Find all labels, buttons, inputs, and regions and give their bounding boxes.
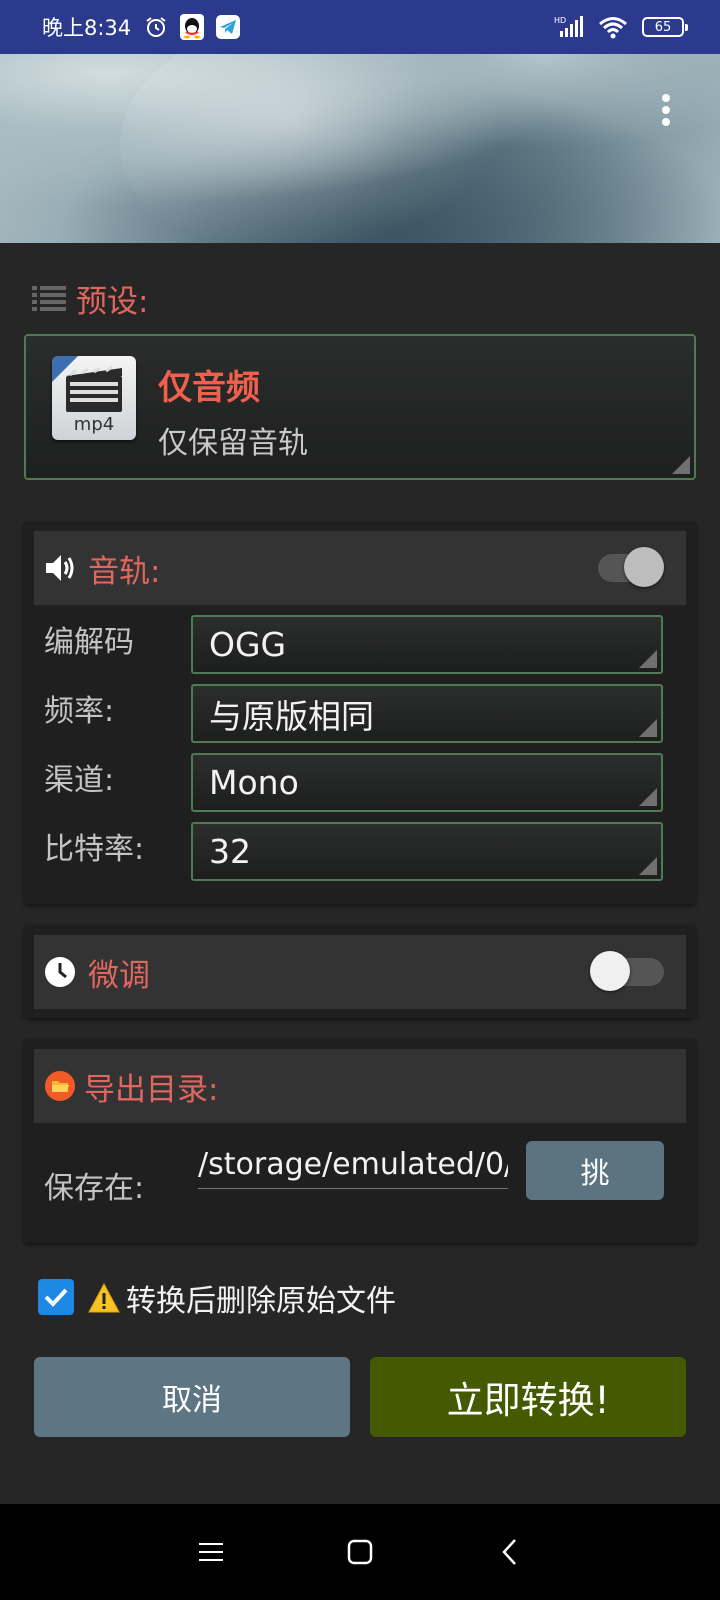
audio-track-toggle[interactable]	[598, 547, 664, 587]
header-decoration	[120, 54, 540, 243]
qq-icon	[179, 14, 205, 40]
convert-now-button[interactable]: 立即转换!	[370, 1357, 686, 1437]
home-nav-icon[interactable]	[340, 1532, 380, 1572]
tweak-panel: 微调	[24, 925, 696, 1018]
signal-icon: HD	[554, 14, 584, 40]
preset-description: 仅保留音轨	[158, 426, 308, 461]
status-time: 晚上8:34	[42, 16, 132, 40]
back-nav-icon[interactable]	[490, 1532, 530, 1572]
battery-indicator: 65	[642, 17, 688, 37]
frequency-value: 与原版相同	[209, 696, 374, 736]
mp4-file-icon: mp4	[52, 356, 136, 440]
wifi-icon	[598, 14, 628, 40]
output-directory-title: 导出目录:	[84, 1071, 219, 1108]
delete-original-label: 转换后删除原始文件	[126, 1284, 396, 1319]
telegram-icon	[215, 14, 241, 40]
bitrate-selector[interactable]: 32	[191, 822, 663, 881]
channel-selector[interactable]: Mono	[191, 753, 663, 812]
overflow-menu-icon[interactable]	[654, 90, 678, 130]
audio-track-toggle-knob	[624, 547, 664, 587]
codec-label: 编解码	[44, 625, 134, 660]
alarm-icon	[143, 14, 169, 40]
list-icon	[32, 284, 66, 314]
audio-track-panel: 音轨: 编解码 OGG 频率: 与原版相同 渠道: Mono 比特率: 32	[24, 521, 696, 904]
menu-nav-icon[interactable]	[191, 1532, 231, 1572]
dropdown-corner-indicator	[639, 650, 657, 668]
preset-selector[interactable]: mp4 仅音频 仅保留音轨	[24, 334, 696, 480]
tweak-toggle[interactable]	[590, 951, 664, 991]
delete-original-checkbox[interactable]	[38, 1279, 74, 1315]
tweak-title: 微调	[88, 957, 150, 994]
audio-track-title: 音轨:	[88, 553, 161, 590]
presets-label: 预设:	[76, 284, 149, 320]
frequency-label: 频率:	[44, 694, 115, 729]
dropdown-corner-indicator	[639, 857, 657, 875]
svg-text:HD: HD	[554, 16, 566, 25]
codec-value: OGG	[209, 625, 287, 664]
pick-directory-button[interactable]: 挑	[526, 1141, 664, 1200]
dropdown-corner-indicator	[639, 788, 657, 806]
presets-section-title: 预设:	[32, 276, 148, 321]
folder-icon	[44, 1070, 76, 1102]
clock-icon	[44, 956, 76, 988]
frequency-selector[interactable]: 与原版相同	[191, 684, 663, 743]
dropdown-corner-indicator	[672, 456, 690, 474]
bitrate-label: 比特率:	[44, 832, 145, 867]
delete-original-option[interactable]: 转换后删除原始文件	[88, 1276, 396, 1320]
warning-icon	[88, 1283, 120, 1313]
tweak-toggle-knob	[590, 951, 630, 991]
channel-value: Mono	[209, 763, 299, 802]
speaker-icon	[44, 552, 78, 584]
header-banner	[0, 54, 720, 243]
codec-selector[interactable]: OGG	[191, 615, 663, 674]
output-path-field[interactable]: /storage/emulated/0/s	[198, 1147, 508, 1189]
status-bar: 晚上8:34 HD 65	[0, 0, 720, 54]
preset-name: 仅音频	[158, 368, 260, 408]
channel-label: 渠道:	[44, 763, 115, 798]
audio-track-header: 音轨:	[34, 531, 686, 605]
tweak-header: 微调	[34, 935, 686, 1009]
mp4-icon-label: mp4	[73, 414, 115, 435]
cancel-button[interactable]: 取消	[34, 1357, 350, 1437]
navigation-bar	[0, 1504, 720, 1600]
bitrate-value: 32	[209, 832, 251, 871]
output-directory-panel: 导出目录: 保存在: /storage/emulated/0/s 挑	[24, 1039, 696, 1243]
save-location-label: 保存在:	[44, 1171, 145, 1206]
output-directory-header: 导出目录:	[34, 1049, 686, 1123]
dropdown-corner-indicator	[639, 719, 657, 737]
